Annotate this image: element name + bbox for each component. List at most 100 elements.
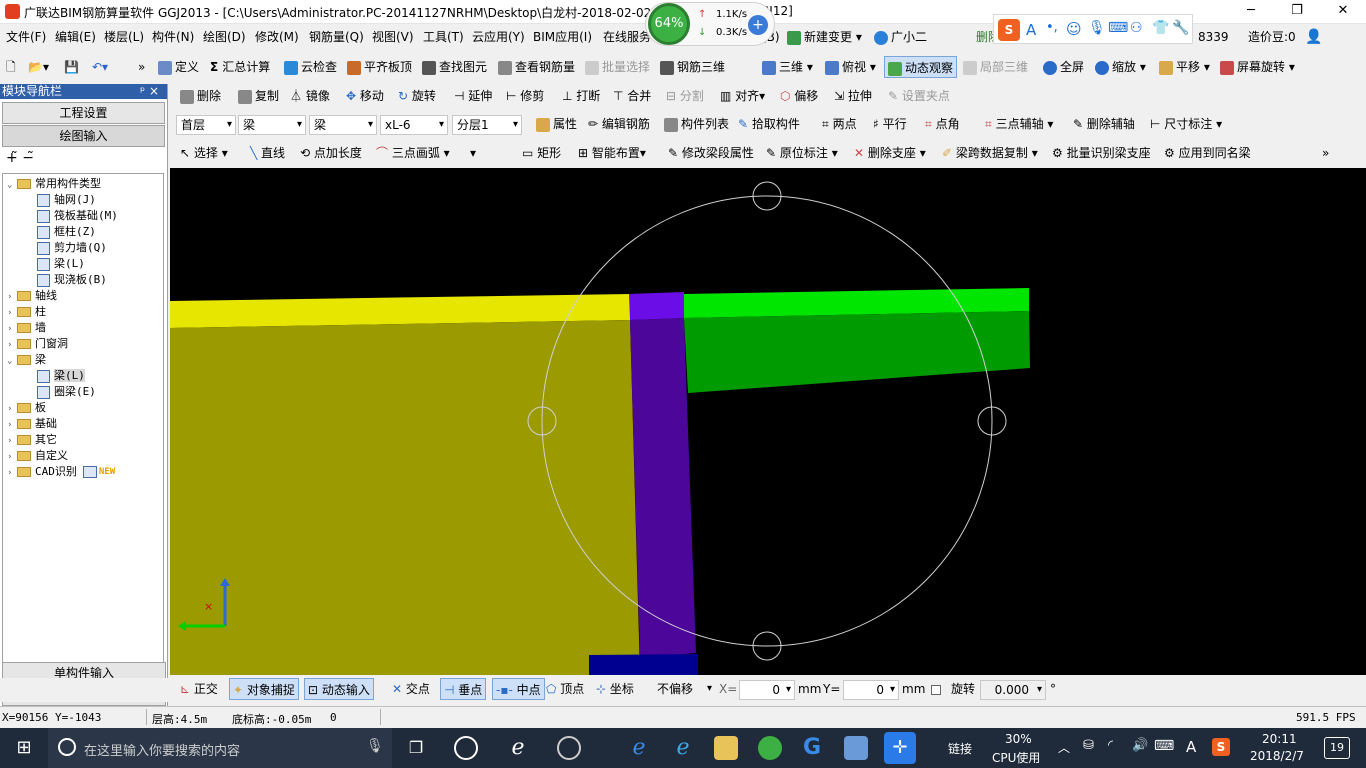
menu-tools[interactable]: 工具(T): [423, 26, 464, 48]
expand-toggle-icon[interactable]: ›: [7, 401, 17, 417]
clock-time[interactable]: 20:11: [1262, 732, 1297, 746]
find-element-button[interactable]: 查找图元: [422, 56, 487, 78]
property-button[interactable]: 属性: [536, 113, 577, 135]
tree-folder[interactable]: › 其它: [7, 432, 57, 448]
member-name-select[interactable]: xL-6: [380, 115, 448, 135]
layer-select[interactable]: 分层1: [452, 115, 522, 135]
intersection-button[interactable]: ✕ 交点: [392, 678, 430, 700]
rotate-input[interactable]: 0.000: [980, 680, 1046, 700]
expand-toggle-icon[interactable]: ⌄: [7, 353, 17, 369]
local3d-button[interactable]: 局部三维: [963, 56, 1028, 78]
apply-same-button[interactable]: ⚙ 应用到同名梁: [1164, 142, 1251, 164]
tree-folder[interactable]: › 轴线: [7, 288, 57, 304]
menu-edit[interactable]: 编辑(E): [55, 26, 96, 48]
tree-folder[interactable]: ⌄ 梁: [7, 352, 46, 368]
select-button[interactable]: ↖ 选择 ▾: [180, 142, 228, 164]
ime-lang-icon[interactable]: A: [1026, 21, 1036, 39]
expand-toggle-icon[interactable]: ›: [7, 433, 17, 449]
open-folder-icon[interactable]: 📂▾: [28, 56, 49, 78]
original-label-button[interactable]: ✎ 原位标注 ▾: [766, 142, 838, 164]
more-chevron-icon[interactable]: »: [1322, 142, 1329, 164]
file-explorer-icon[interactable]: [714, 736, 738, 760]
tree-item[interactable]: 圈梁(E): [37, 384, 96, 400]
menu-file[interactable]: 文件(F): [6, 26, 46, 48]
tray-ime[interactable]: A: [1186, 738, 1196, 756]
trim-button[interactable]: ⊢ 修剪: [506, 85, 544, 107]
offset-button[interactable]: ⬡ 偏移: [780, 85, 818, 107]
tree-folder[interactable]: › 自定义: [7, 448, 68, 464]
menu-draw[interactable]: 绘图(D): [203, 26, 246, 48]
menu-member[interactable]: 构件(N): [152, 26, 194, 48]
set-grip-button[interactable]: ✎ 设置夹点: [888, 85, 950, 107]
tree-folder[interactable]: › 柱: [7, 304, 46, 320]
copy-span-button[interactable]: ✐ 梁跨数据复制 ▾: [942, 142, 1038, 164]
rotate-check-box[interactable]: [931, 684, 941, 695]
arc-button[interactable]: ⌒ 三点画弧 ▾: [376, 142, 450, 164]
minimize-button[interactable]: ─: [1228, 0, 1274, 24]
pin-close-icon[interactable]: ᵖ ×: [140, 84, 159, 99]
keyboard-icon[interactable]: ⌨: [1108, 20, 1128, 36]
object-snap-button[interactable]: ✦ 对象捕捉: [229, 678, 299, 700]
assistant-button[interactable]: 广小二: [874, 26, 927, 48]
y-input[interactable]: 0: [843, 680, 899, 700]
cloud-check-button[interactable]: 云检查: [284, 56, 337, 78]
smart-layout-button[interactable]: ⊞ 智能布置▾: [578, 142, 646, 164]
ie-icon[interactable]: ℯ: [502, 728, 534, 768]
view-rebar-button[interactable]: 查看钢筋量: [498, 56, 575, 78]
mirror-button[interactable]: ⏃ 镜像: [290, 85, 330, 107]
expand-toggle-icon[interactable]: ›: [7, 321, 17, 337]
batch-select-button[interactable]: 批量选择: [585, 56, 650, 78]
type2-select[interactable]: 梁: [309, 115, 377, 135]
close-button[interactable]: ✕: [1320, 0, 1366, 24]
rect-button[interactable]: ▭ 矩形: [522, 142, 561, 164]
glodon-g-icon[interactable]: G: [796, 728, 828, 768]
expand-all-icon[interactable]: +̃: [6, 150, 18, 166]
delete-support-button[interactable]: ✕ 删除支座 ▾: [854, 142, 926, 164]
user-avatar-icon[interactable]: 👤: [1305, 26, 1322, 48]
extend-button[interactable]: ⊣ 延伸: [454, 85, 492, 107]
green-beam-side[interactable]: [684, 311, 1030, 393]
mic-icon[interactable]: 🎙: [366, 738, 384, 754]
tray-chevron-icon[interactable]: ︿: [1058, 739, 1070, 756]
app-briefcase-icon[interactable]: [844, 736, 868, 760]
more-chevron-icon[interactable]: »: [138, 56, 145, 78]
rebar3d-button[interactable]: 钢筋三维: [660, 56, 725, 78]
app-fan-icon[interactable]: [454, 736, 478, 760]
expand-toggle-icon[interactable]: ›: [7, 417, 17, 433]
tray-wifi-icon[interactable]: ◜: [1108, 738, 1113, 753]
emoji-icon[interactable]: ☺: [1066, 20, 1082, 38]
dynamic-view-button[interactable]: 动态观察: [884, 56, 958, 78]
undo-icon[interactable]: ↶▾: [92, 56, 108, 78]
fullscreen-button[interactable]: 全屏: [1043, 56, 1084, 78]
expand-toggle-icon[interactable]: ›: [7, 289, 17, 305]
view3d-button[interactable]: 三维 ▾: [762, 56, 813, 78]
tree-item[interactable]: 梁(L): [37, 368, 85, 384]
split-button[interactable]: ⊟ 分割: [666, 85, 704, 107]
coordinate-button[interactable]: ⊹ 坐标: [596, 678, 634, 700]
yellow-beam-side[interactable]: [170, 320, 640, 675]
tray-volume-icon[interactable]: 🔊: [1132, 738, 1148, 753]
tree-item[interactable]: 框柱(Z): [37, 224, 96, 240]
green-browser-icon[interactable]: [758, 736, 782, 760]
save-icon[interactable]: 💾: [64, 56, 79, 78]
ime-toolbar[interactable]: S A •, ☺ 🎙 ⌨ ⚇ 👕 🔧: [993, 14, 1193, 44]
project-settings-button[interactable]: 工程设置: [2, 102, 165, 124]
delete-button[interactable]: 删除: [180, 85, 221, 107]
drawing-canvas[interactable]: ×: [170, 168, 1366, 675]
expand-toggle-icon[interactable]: ›: [7, 337, 17, 353]
top-view-button[interactable]: 俯视 ▾: [825, 56, 876, 78]
expand-toggle-icon[interactable]: ⌄: [7, 177, 17, 193]
menu-bim[interactable]: BIM应用(I): [533, 26, 592, 48]
merge-button[interactable]: ⊤ 合并: [613, 85, 651, 107]
line-button[interactable]: ╲ 直线: [250, 142, 285, 164]
net-speed-widget[interactable]: 64% ↑ 1.1K/s ↓ 0.3K/s +: [645, 2, 775, 46]
tree-folder[interactable]: › CAD识别 NEW: [7, 464, 115, 480]
define-button[interactable]: 定义: [158, 56, 199, 78]
arc-combo[interactable]: ▾: [470, 142, 514, 164]
menu-rebar[interactable]: 钢筋量(Q): [309, 26, 364, 48]
new-file-icon[interactable]: 🗋: [6, 56, 16, 78]
collapse-all-icon[interactable]: −̃: [22, 150, 34, 166]
tray-keyboard-icon[interactable]: ⌨: [1154, 738, 1174, 754]
tray-network-icon[interactable]: ⛁: [1083, 738, 1094, 753]
point-angle-button[interactable]: ⌗ 点角: [925, 113, 960, 135]
